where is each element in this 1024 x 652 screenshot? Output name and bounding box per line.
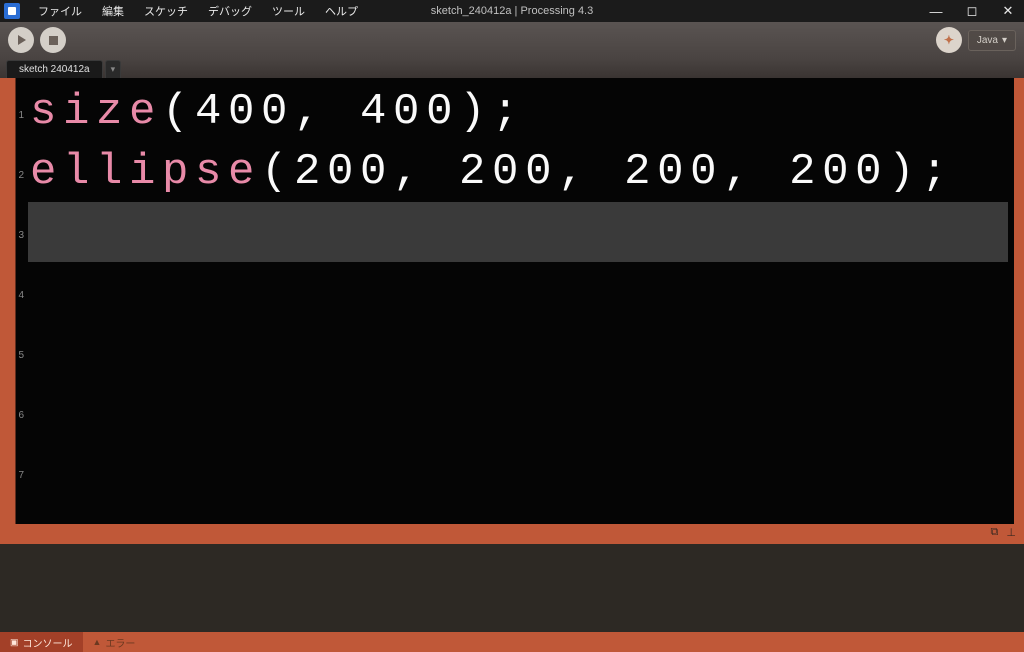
mode-label: Java [977,35,998,46]
code-line [30,442,1008,502]
tab-console[interactable]: ▣ コンソール [0,632,83,652]
menu-sketch[interactable]: スケッチ [134,3,198,19]
keyword: ellipse [30,150,261,194]
tab-errors[interactable]: ▲ エラー [83,632,146,652]
play-icon [18,35,26,45]
tab-sketch[interactable]: sketch 240412a [6,60,103,78]
app-icon [4,3,20,19]
menu-tools[interactable]: ツール [262,3,315,19]
line-number: 2 [2,145,30,205]
line-number: 5 [2,325,30,385]
divider[interactable]: ⧉ ⊥ [0,524,1024,544]
menu-edit[interactable]: 編集 [92,3,134,19]
console-area [0,544,1024,632]
warning-icon: ▲ [93,637,102,647]
chevron-down-icon: ▾ [1002,35,1007,46]
code-text: (200, 200, 200, 200); [261,150,954,194]
butterfly-icon: ✦ [944,33,954,47]
code-content[interactable]: size(400, 400); ellipse(200, 200, 200, 2… [30,78,1024,524]
maximize-button[interactable]: ◻ [964,3,980,19]
code-line [30,262,1008,322]
code-line: size(400, 400); [30,82,1008,142]
keyword: size [30,90,162,134]
bottom-tabs: ▣ コンソール ▲ エラー [0,632,1024,652]
editor-area[interactable]: 1 2 3 4 5 6 7 size(400, 400); ellipse(20… [0,78,1024,524]
minimize-button[interactable]: — [928,4,944,19]
line-number: 3 [2,205,30,265]
line-number: 1 [2,85,30,145]
tab-console-label: コンソール [23,635,73,650]
copy-icon[interactable]: ⧉ [991,526,999,539]
menu-file[interactable]: ファイル [28,3,92,19]
toolbar: ✦ Java ▾ [0,22,1024,58]
stop-icon [49,36,58,45]
code-line [30,382,1008,442]
close-button[interactable]: ✕ [1000,3,1016,19]
line-number: 4 [2,265,30,325]
window-title: sketch_240412a | Processing 4.3 [431,5,593,17]
console-icon: ▣ [10,637,19,648]
line-number: 6 [2,385,30,445]
code-line-active [28,202,1008,262]
run-button[interactable] [8,27,34,53]
tab-errors-label: エラー [105,635,135,650]
collapse-icon[interactable]: ⊥ [1006,526,1016,539]
line-number: 7 [2,445,30,505]
tabs-bar: sketch 240412a ▾ [0,58,1024,78]
code-line [30,322,1008,382]
menu-help[interactable]: ヘルプ [315,3,368,19]
mode-selector[interactable]: Java ▾ [968,30,1016,51]
code-line: ellipse(200, 200, 200, 200); [30,142,1008,202]
stop-button[interactable] [40,27,66,53]
debug-button[interactable]: ✦ [936,27,962,53]
menubar: ファイル 編集 スケッチ デバッグ ツール ヘルプ sketch_240412a… [0,0,1024,22]
menu-debug[interactable]: デバッグ [198,3,262,19]
gutter: 1 2 3 4 5 6 7 [2,78,30,524]
tab-dropdown[interactable]: ▾ [105,60,122,78]
code-text: (400, 400); [162,90,525,134]
